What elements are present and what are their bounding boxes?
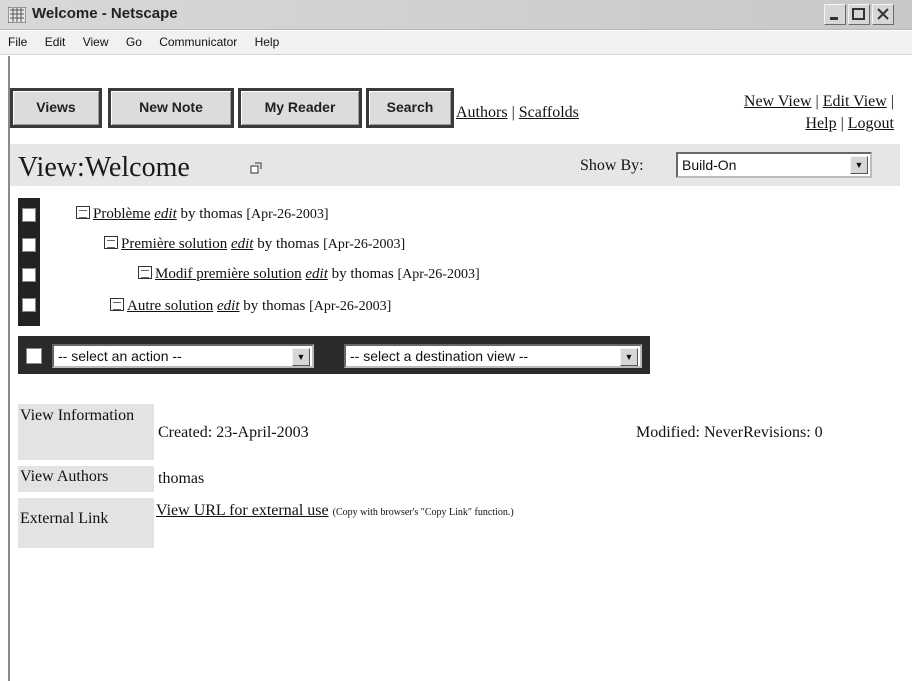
new-view-link[interactable]: New View [744,93,812,110]
note-title-link[interactable]: Problème [93,206,151,222]
note-item: Problème edit by thomas [Apr-26-2003] [76,206,328,223]
note-author: by thomas [257,236,320,252]
scaffolds-link[interactable]: Scaffolds [519,104,579,121]
note-item: Modif première solution edit by thomas [… [138,266,480,283]
account-links: New View | Edit View | Help | Logout [743,93,894,132]
menu-go[interactable]: Go [126,35,142,49]
note-title-link[interactable]: Première solution [121,236,227,252]
external-link-note: (Copy with browser's "Copy Link" functio… [332,507,514,518]
document-icon [104,236,118,249]
note-author: by thomas [180,206,243,222]
created-date: Created: 23-April-2003 [158,424,309,441]
external-url-link[interactable]: View URL for external use [156,502,329,519]
note-title-link[interactable]: Modif première solution [155,266,302,282]
document-icon [138,266,152,279]
note-date: [Apr-26-2003] [397,267,480,282]
note-author: by thomas [243,298,306,314]
menu-edit[interactable]: Edit [45,35,66,49]
title-bar: Welcome - Netscape [0,0,912,30]
my-reader-button[interactable]: My Reader [238,88,362,128]
new-note-button[interactable]: New Note [108,88,234,128]
note-date: [Apr-26-2003] [323,237,406,252]
external-link-cell: View URL for external use (Copy with bro… [156,502,626,522]
note-edit-link[interactable]: edit [217,298,240,314]
select-all-checkbox[interactable] [26,348,42,364]
view-information-label: View Information [18,404,154,460]
document-icon [76,206,90,219]
netscape-app-icon [8,7,26,23]
show-by-value: Build-On [682,157,737,173]
chevron-down-icon[interactable]: ▼ [620,348,638,366]
note-date: [Apr-26-2003] [246,207,329,222]
action-bar: -- select an action -- ▼ -- select a des… [18,336,650,374]
menu-help[interactable]: Help [255,35,280,49]
minimize-button[interactable] [824,4,846,25]
toolbar-links: Authors | Scaffolds [456,104,579,121]
document-icon [110,298,124,311]
chevron-down-icon[interactable]: ▼ [850,156,868,174]
menu-bar: File Edit View Go Communicator Help [0,31,912,55]
menu-communicator[interactable]: Communicator [159,35,237,49]
note-title-link[interactable]: Autre solution [127,298,213,314]
note-checkbox[interactable] [22,208,36,222]
note-author: by thomas [331,266,394,282]
note-checkbox[interactable] [22,268,36,282]
destination-select[interactable]: -- select a destination view -- ▼ [344,344,642,368]
note-item: Autre solution edit by thomas [Apr-26-20… [110,298,391,315]
minimize-icon [830,17,838,20]
note-item: Première solution edit by thomas [Apr-26… [104,236,405,253]
page-title: View:Welcome [18,152,190,183]
menu-view[interactable]: View [83,35,109,49]
note-date: [Apr-26-2003] [309,299,392,314]
views-button[interactable]: Views [10,88,102,128]
view-authors-label: View Authors [18,466,154,492]
show-by-select[interactable]: Build-On ▼ [676,152,872,178]
window-title: Welcome - Netscape [32,5,178,22]
close-icon [877,8,889,20]
close-button[interactable] [872,4,894,25]
link-icon[interactable] [250,162,262,174]
note-edit-link[interactable]: edit [231,236,254,252]
show-by-label: Show By: [580,157,644,174]
note-checkbox[interactable] [22,238,36,252]
authors-link[interactable]: Authors [456,104,508,121]
help-link[interactable]: Help [805,115,836,132]
maximize-button[interactable] [848,4,870,25]
menu-file[interactable]: File [8,35,27,49]
destination-select-value: -- select a destination view -- [350,348,529,364]
view-authors-value: thomas [158,470,205,487]
action-select[interactable]: -- select an action -- ▼ [52,344,314,368]
view-header: View:Welcome Show By: Build-On ▼ [10,144,900,186]
modified-revisions: Modified: NeverRevisions: 0 [636,424,823,441]
chevron-down-icon[interactable]: ▼ [292,348,310,366]
logout-link[interactable]: Logout [848,115,894,132]
action-select-value: -- select an action -- [58,348,182,364]
note-edit-link[interactable]: edit [305,266,328,282]
note-checkbox-column [18,198,40,326]
search-button[interactable]: Search [366,88,454,128]
maximize-icon [852,8,865,20]
note-edit-link[interactable]: edit [154,206,177,222]
external-link-label: External Link [18,498,154,548]
edit-view-link[interactable]: Edit View [823,93,887,110]
note-checkbox[interactable] [22,298,36,312]
